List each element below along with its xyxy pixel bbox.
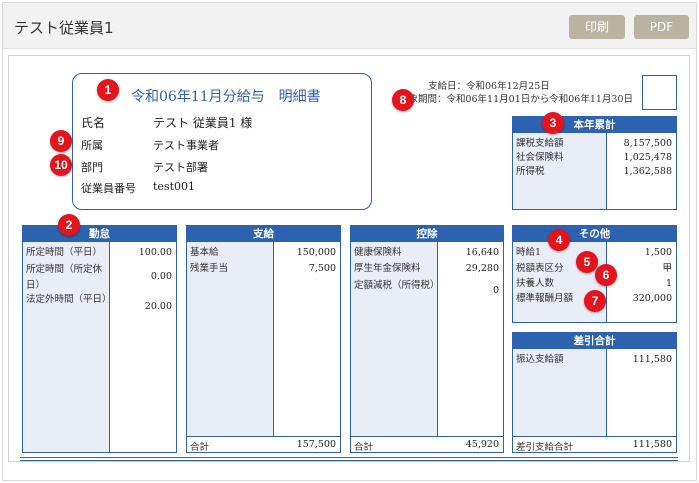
slip-dates: 支給日：令和06年12月25日 対象期間：令和06年11月01日から令和06年1… xyxy=(388,80,633,106)
page-title: テスト従業員1 xyxy=(14,19,114,37)
pdf-button[interactable]: PDF xyxy=(634,15,689,39)
window-header: テスト従業員1 印刷 PDF xyxy=(3,3,696,49)
attendance-header: 勤怠 xyxy=(23,226,176,242)
annual-total-header: 本年累計 xyxy=(513,117,676,133)
deduction-total-row: 合計 45,920 xyxy=(351,436,503,452)
callout-badge-10: 10 xyxy=(50,154,72,176)
employee-number-value: test001 xyxy=(153,180,195,193)
callout-badge-5: 5 xyxy=(576,251,598,273)
annual-total-panel: 本年累計 課税支給額 8,157,500 社会保険料 1,025,478 所得税 1,… xyxy=(512,116,677,210)
payment-panel: 支給 基本給 150,000 残業手当 7,500 合計 157,500 xyxy=(186,225,341,453)
department-label: 部門 xyxy=(81,161,103,174)
pay-date: 支給日：令和06年12月25日 xyxy=(428,81,550,92)
callout-badge-2: 2 xyxy=(58,214,80,236)
attendance-panel: 勤怠 所定時間（平日） 100.00 所定時間（所定休日） 0.00 法定外時間（平… xyxy=(22,225,177,453)
net-total-row: 差引支給合計 111,580 xyxy=(513,436,676,452)
payment-header: 支給 xyxy=(187,226,340,242)
other-header: その他 xyxy=(513,226,676,242)
affiliation-label: 所属 xyxy=(81,139,103,152)
callout-badge-9: 9 xyxy=(50,130,72,152)
seal-stamp-box xyxy=(642,75,677,110)
affiliation-value: テスト事業者 xyxy=(153,139,219,152)
employee-number-label: 従業員番号 xyxy=(81,182,136,195)
deduction-panel: 控除 健康保険料 16,640 厚生年金保険料 29,280 定額減税（所得税） 0 … xyxy=(350,225,504,453)
name-value: テスト 従業員1 様 xyxy=(153,116,253,130)
callout-badge-1: 1 xyxy=(97,79,119,101)
callout-badge-7: 7 xyxy=(584,290,606,312)
net-total-panel: 差引合計 振込支給額 111,580 差引支給合計 111,580 xyxy=(512,332,677,453)
department-value: テスト部署 xyxy=(153,161,208,174)
slip-title: 令和06年11月分給与 明細書 xyxy=(131,89,321,105)
deduction-header: 控除 xyxy=(351,226,503,242)
callout-badge-4: 4 xyxy=(548,229,570,251)
payment-total-row: 合計 157,500 xyxy=(187,436,340,452)
callout-badge-3: 3 xyxy=(542,112,564,134)
callout-badge-8: 8 xyxy=(392,89,414,111)
name-label: 氏名 xyxy=(81,116,106,130)
callout-badge-6: 6 xyxy=(595,264,617,286)
print-button[interactable]: 印刷 xyxy=(569,15,625,39)
net-total-header: 差引合計 xyxy=(513,333,676,349)
target-period: 対象期間：令和06年11月01日から令和06年11月30日 xyxy=(398,94,633,105)
sheet-bottom-rule xyxy=(20,457,678,461)
